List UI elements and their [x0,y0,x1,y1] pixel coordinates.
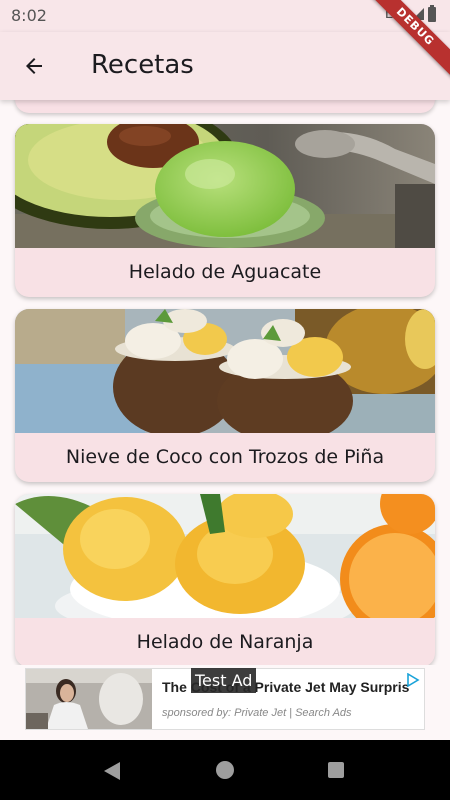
ad-sponsor: sponsored by: Private Jet | Search Ads [162,707,352,719]
battery-icon [428,4,436,22]
recents-square-icon[interactable] [328,762,344,778]
test-ad-label: Test Ad [191,668,257,693]
recipe-card[interactable]: Helado de Aguacate [15,124,435,297]
status-time: 8:02 [11,6,47,25]
recipe-card[interactable]: Nieve de Coco con Trozos de Piña [15,309,435,482]
back-triangle-icon[interactable] [104,762,120,780]
system-nav-bar [0,740,450,800]
adchoices-icon[interactable] [406,673,420,687]
recipe-card-partial[interactable] [15,100,435,113]
app-bar: Recetas [0,32,450,100]
recipe-title: Helado de Naranja [136,631,314,653]
back-button[interactable] [14,46,54,86]
recipe-card[interactable]: Helado de Naranja [15,494,435,665]
recipe-image [15,124,435,248]
recipe-title: Nieve de Coco con Trozos de Piña [65,446,385,468]
ad-image [26,669,152,729]
arrow-left-icon [26,58,42,74]
recipe-list[interactable]: Helado de Aguacate Nieve de Coco con Tro… [0,100,450,665]
recipe-image [15,309,435,433]
home-circle-icon[interactable] [216,761,234,779]
page-title: Recetas [91,50,194,80]
recipe-image [15,494,435,618]
recipe-title: Helado de Aguacate [128,261,322,283]
